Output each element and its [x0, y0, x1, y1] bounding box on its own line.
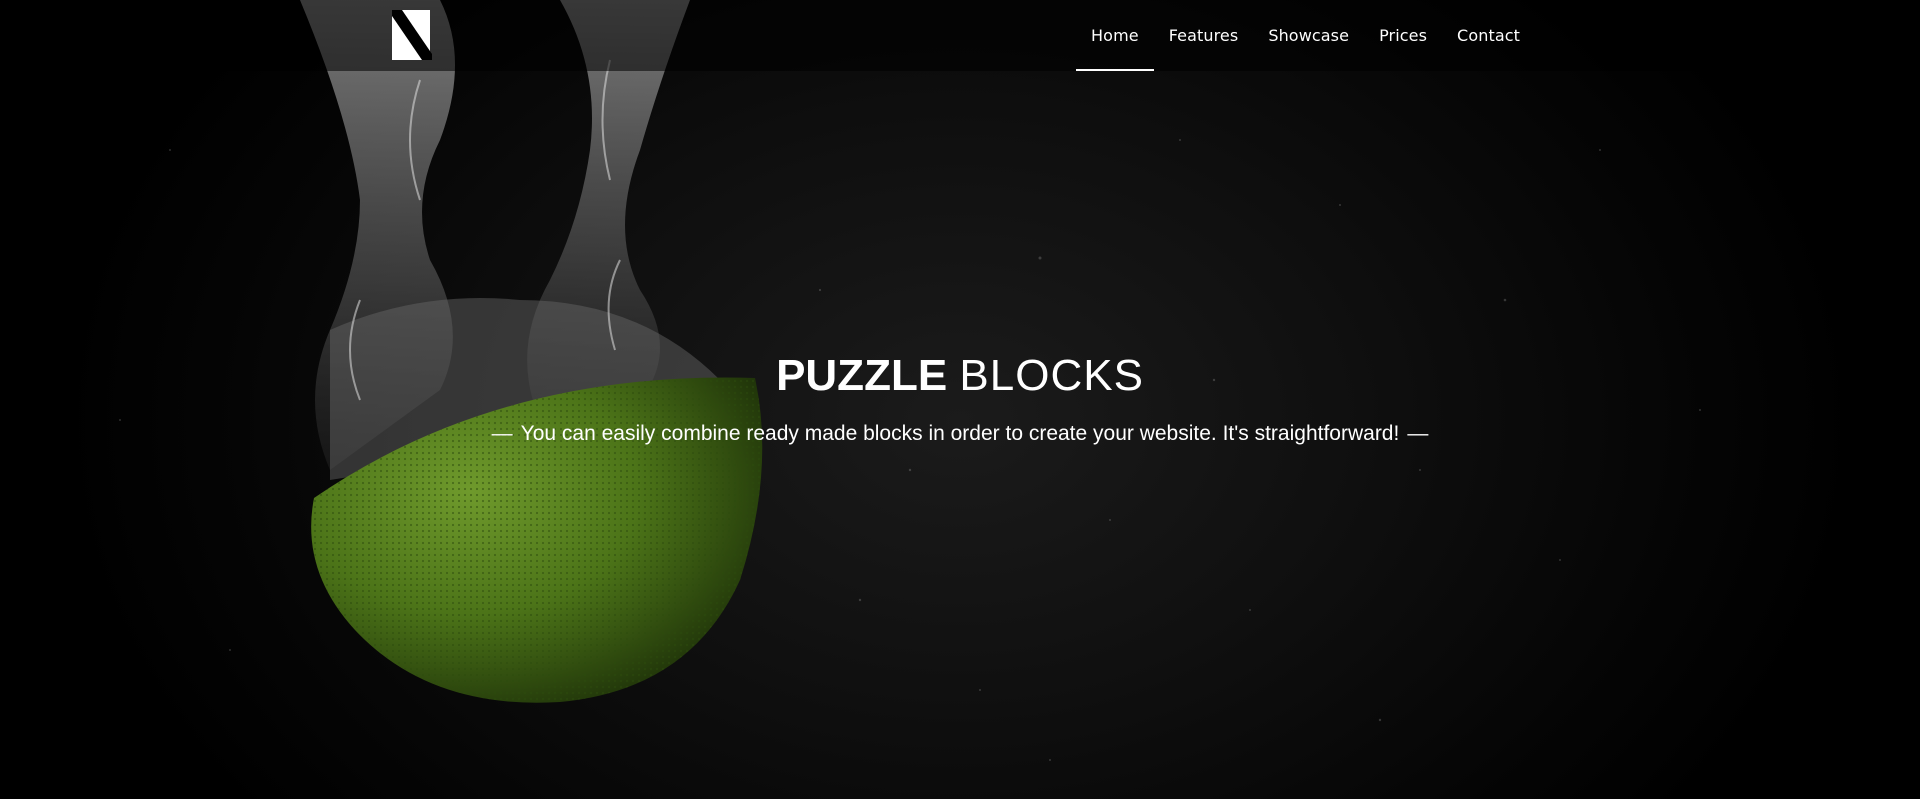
- hero-title-strong: PUZZLE: [776, 351, 948, 400]
- hero-title: PUZZLE BLOCKS: [0, 346, 1920, 406]
- nav-item-features[interactable]: Features: [1154, 0, 1254, 71]
- nav-item-home[interactable]: Home: [1076, 0, 1154, 71]
- hero-subtitle: — You can easily combine ready made block…: [0, 419, 1920, 449]
- nav-item-contact[interactable]: Contact: [1442, 0, 1535, 71]
- main-nav: Home Features Showcase Prices Contact: [1076, 0, 1535, 71]
- subtitle-dash-right: —: [1407, 422, 1429, 445]
- nav-item-showcase[interactable]: Showcase: [1253, 0, 1364, 71]
- n-monogram-logo-icon[interactable]: [392, 10, 432, 60]
- subtitle-dash-left: —: [491, 422, 513, 445]
- top-navbar: Home Features Showcase Prices Contact: [0, 0, 1920, 71]
- subtitle-text: You can easily combine ready made blocks…: [520, 422, 1400, 445]
- nav-item-prices[interactable]: Prices: [1364, 0, 1442, 71]
- hero-title-light: BLOCKS: [959, 351, 1144, 400]
- hero-section: Home Features Showcase Prices Contact PU…: [0, 0, 1920, 799]
